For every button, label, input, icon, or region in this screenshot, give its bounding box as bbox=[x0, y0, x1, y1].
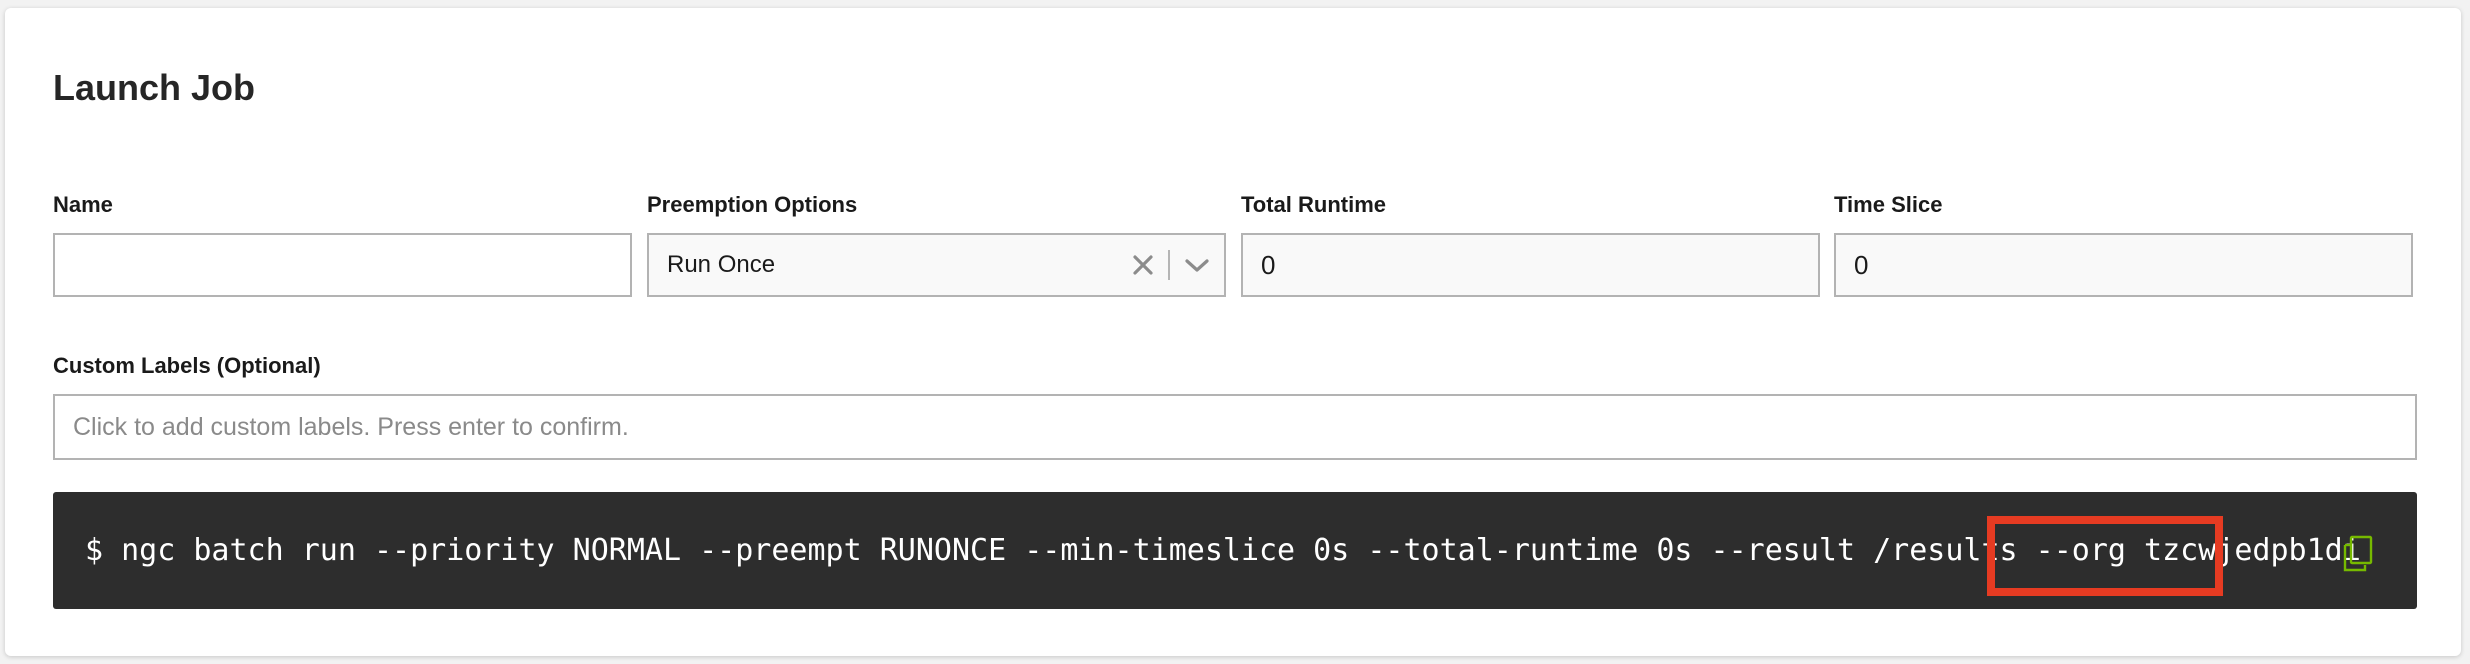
time-slice-value: 0 bbox=[1854, 249, 1869, 280]
org-highlight-box bbox=[1987, 516, 2223, 596]
name-input[interactable] bbox=[53, 233, 632, 297]
page-title: Launch Job bbox=[53, 67, 256, 108]
custom-labels-label: Custom Labels (Optional) bbox=[53, 353, 321, 378]
preemption-options-label: Preemption Options bbox=[647, 192, 858, 217]
time-slice-input[interactable]: 0 bbox=[1834, 233, 2413, 297]
close-icon[interactable] bbox=[1132, 254, 1154, 276]
copy-icon[interactable] bbox=[2341, 535, 2375, 573]
custom-labels-placeholder: Click to add custom labels. Press enter … bbox=[73, 412, 629, 441]
preemption-options-select[interactable]: Run Once bbox=[647, 233, 1226, 297]
chevron-down-icon[interactable] bbox=[1184, 255, 1210, 275]
total-runtime-value: 0 bbox=[1261, 249, 1276, 280]
preemption-selected-value: Run Once bbox=[667, 251, 776, 278]
time-slice-label: Time Slice bbox=[1834, 192, 1943, 217]
name-label: Name bbox=[53, 192, 113, 217]
launch-job-card: Launch Job Name Preemption Options Run O… bbox=[5, 8, 2461, 656]
select-separator bbox=[1168, 250, 1170, 280]
total-runtime-label: Total Runtime bbox=[1241, 192, 1387, 217]
custom-labels-input[interactable]: Click to add custom labels. Press enter … bbox=[53, 394, 2417, 460]
total-runtime-input[interactable]: 0 bbox=[1241, 233, 1820, 297]
